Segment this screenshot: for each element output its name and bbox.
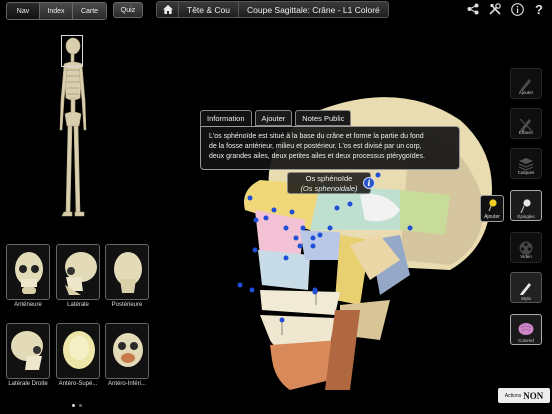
brain-icon bbox=[518, 322, 534, 335]
tool-label-calques: Calques bbox=[517, 170, 535, 175]
view-label-anterior: Antérieure bbox=[14, 302, 42, 308]
view-label-right-lateral: Latérale Droite bbox=[8, 381, 48, 387]
tool-label-stylo: Stylo bbox=[520, 296, 531, 301]
top-toolbar: ? bbox=[466, 2, 546, 17]
breadcrumb-item-region[interactable]: Tête & Cou bbox=[179, 2, 239, 17]
pin-add-label: Ajouter bbox=[484, 214, 500, 220]
tool-label-epingles: Épingles bbox=[517, 214, 535, 219]
view-thumb-right-lateral[interactable] bbox=[6, 323, 50, 379]
view-thumb-lateral[interactable] bbox=[56, 244, 100, 300]
tools-icon[interactable] bbox=[488, 2, 502, 16]
brand-name: NON bbox=[523, 390, 544, 401]
view-label-antero-superior: Antéro-Supé... bbox=[58, 381, 98, 387]
nav-segmented-control: Nav Index Carte bbox=[6, 2, 107, 20]
view-thumb-antero-superior[interactable] bbox=[56, 323, 100, 379]
page-indicator bbox=[72, 404, 82, 407]
tab-information[interactable]: Information bbox=[200, 110, 252, 126]
view-thumb-anterior[interactable] bbox=[6, 244, 50, 300]
help-icon[interactable]: ? bbox=[532, 2, 546, 17]
tool-label-video: Vidéo bbox=[520, 254, 532, 259]
info-icon[interactable] bbox=[510, 2, 524, 16]
tab-notes-public[interactable]: Notes Public bbox=[295, 110, 352, 126]
skeleton-selection-frame bbox=[61, 35, 83, 67]
brand-prefix: Actions bbox=[504, 392, 522, 399]
brand-logo: Actions NON bbox=[498, 388, 550, 403]
page-dot[interactable] bbox=[79, 404, 82, 407]
breadcrumb-item-view[interactable]: Coupe Sagittale: Crâne - L1 Coloré bbox=[239, 2, 388, 17]
pin-yellow-icon bbox=[488, 199, 497, 212]
share-icon[interactable] bbox=[466, 2, 480, 16]
info-panel: L'os sphénoïde est situé à la base du cr… bbox=[200, 126, 460, 170]
pencil-icon bbox=[520, 282, 531, 295]
structure-latin-name: (Os sphenoidale) bbox=[300, 184, 358, 193]
tab-nav[interactable]: Nav bbox=[7, 3, 40, 19]
view-label-antero-inferior: Antéro-Inféri... bbox=[107, 381, 146, 387]
tool-label-ajouter: Ajouter bbox=[518, 90, 534, 95]
home-icon bbox=[162, 5, 173, 14]
quiz-button[interactable]: Quiz bbox=[113, 2, 143, 18]
page-dot[interactable] bbox=[72, 404, 75, 407]
pin-icon bbox=[520, 198, 531, 213]
info-text-line: L'os sphénoïde est situé à la base du cr… bbox=[209, 133, 424, 140]
tool-label-effacer: Effacer bbox=[518, 130, 534, 135]
home-button[interactable] bbox=[157, 2, 179, 17]
info-text-line: de la fosse antérieur, milieu et postéri… bbox=[209, 143, 422, 150]
view-thumb-posterior[interactable] bbox=[105, 244, 149, 300]
tool-label-colored: Colored bbox=[518, 338, 534, 343]
breadcrumb: Tête & Cou Coupe Sagittale: Crâne - L1 C… bbox=[156, 1, 389, 18]
info-text-line: deux grandes ailes, deux petites ailes e… bbox=[209, 153, 425, 160]
tab-index[interactable]: Index bbox=[40, 3, 73, 19]
pin-add-popup[interactable]: Ajouter bbox=[480, 195, 504, 222]
view-thumb-antero-inferior[interactable] bbox=[105, 323, 149, 379]
structure-name: Os sphénoïde bbox=[305, 174, 353, 183]
tab-carte[interactable]: Carte bbox=[73, 3, 106, 19]
view-label-posterior: Postérieure bbox=[111, 302, 143, 308]
view-label-lateral: Latérale bbox=[67, 302, 89, 308]
structure-label[interactable]: Os sphénoïde (Os sphenoidale) bbox=[287, 172, 371, 194]
info-panel-tabs: Information Ajouter Notes Public bbox=[200, 110, 352, 126]
tab-ajouter[interactable]: Ajouter bbox=[254, 110, 293, 126]
structure-info-button[interactable]: i bbox=[363, 177, 375, 189]
